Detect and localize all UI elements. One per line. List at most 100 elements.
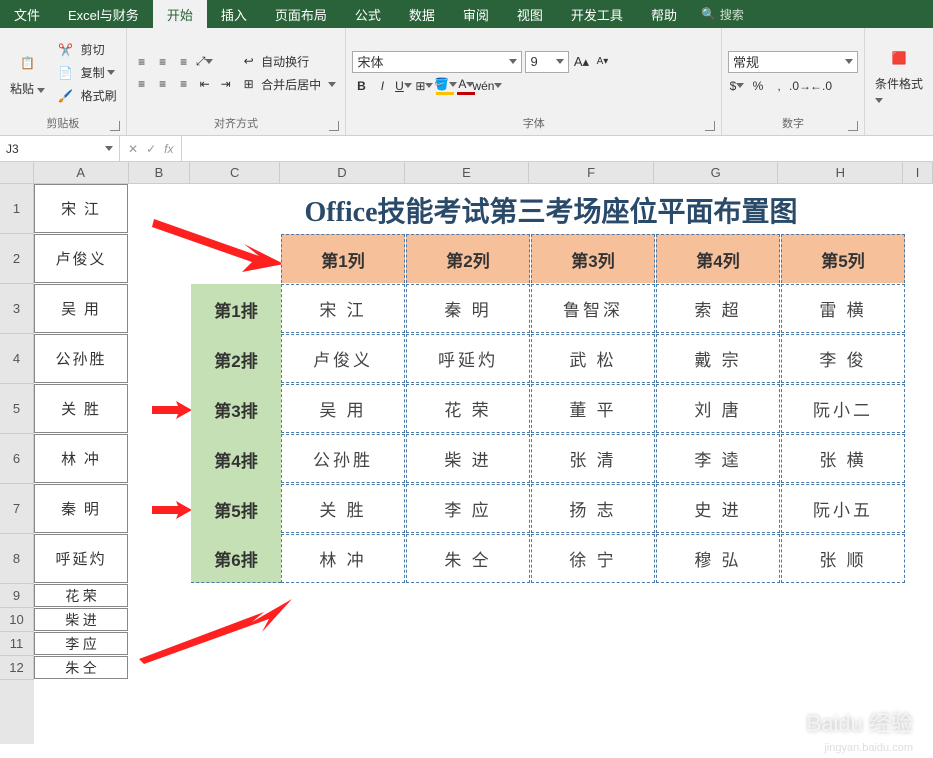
percent-icon[interactable]: %: [749, 77, 767, 95]
tab-home[interactable]: 开始: [153, 0, 207, 28]
seat-cell[interactable]: 李 逵: [656, 434, 780, 483]
tab-insert[interactable]: 插入: [207, 0, 261, 28]
currency-icon[interactable]: $: [728, 77, 746, 95]
seat-cell[interactable]: 徐 宁: [531, 534, 655, 583]
clipboard-launcher-icon[interactable]: [110, 121, 120, 131]
seat-cell[interactable]: 柴 进: [406, 434, 530, 483]
font-launcher-icon[interactable]: [705, 121, 715, 131]
row-header-10[interactable]: 10: [0, 608, 34, 632]
cells-area[interactable]: Office技能考试第三考场座位平面布置图 宋 江卢俊义吴 用公孙胜关 胜林 冲…: [34, 184, 904, 744]
format-painter-button[interactable]: 🖌️ 格式刷: [55, 86, 119, 105]
seat-cell[interactable]: 穆 弘: [656, 534, 780, 583]
font-increase-icon[interactable]: A▴: [572, 53, 590, 71]
seat-cell[interactable]: 张 横: [781, 434, 905, 483]
tab-view[interactable]: 视图: [503, 0, 557, 28]
bold-icon[interactable]: B: [352, 77, 370, 95]
seat-cell[interactable]: 吴 用: [281, 384, 405, 433]
border-icon[interactable]: ⊞: [415, 77, 433, 95]
copy-button[interactable]: 📄 复制: [55, 63, 119, 82]
seat-cell[interactable]: 宋 江: [281, 284, 405, 333]
seat-cell[interactable]: 索 超: [656, 284, 780, 333]
row-header-11[interactable]: 11: [0, 632, 34, 656]
seat-cell[interactable]: 花 荣: [406, 384, 530, 433]
seat-cell[interactable]: 朱 仝: [406, 534, 530, 583]
tab-review[interactable]: 审阅: [449, 0, 503, 28]
col-header-A[interactable]: A: [34, 162, 129, 183]
col-header-C[interactable]: C: [190, 162, 280, 183]
seat-cell[interactable]: 阮小二: [781, 384, 905, 433]
font-size-combo[interactable]: 9: [525, 51, 569, 73]
conditional-format-button[interactable]: 🟥 条件格式: [871, 41, 927, 108]
phonetic-icon[interactable]: wén: [478, 77, 496, 95]
tab-data[interactable]: 数据: [395, 0, 449, 28]
col-header-G[interactable]: G: [654, 162, 779, 183]
cell-A12[interactable]: 朱 仝: [34, 656, 128, 679]
tab-excel-finance[interactable]: Excel与财务: [54, 0, 153, 28]
name-box[interactable]: J3: [0, 136, 120, 161]
row-header-3[interactable]: 3: [0, 284, 34, 334]
formula-input[interactable]: [182, 136, 933, 161]
col-header-F[interactable]: F: [529, 162, 654, 183]
seat-cell[interactable]: 鲁智深: [531, 284, 655, 333]
tab-file[interactable]: 文件: [0, 0, 54, 28]
tab-pagelayout[interactable]: 页面布局: [261, 0, 341, 28]
row-header-8[interactable]: 8: [0, 534, 34, 584]
seat-cell[interactable]: 董 平: [531, 384, 655, 433]
merge-center-button[interactable]: ⊞ 合并后居中: [241, 75, 340, 94]
cancel-icon[interactable]: ✕: [128, 142, 138, 156]
seat-cell[interactable]: 李 俊: [781, 334, 905, 383]
name-box-dropdown-icon[interactable]: [105, 146, 113, 151]
col-header-I[interactable]: I: [903, 162, 933, 183]
indent-dec-icon[interactable]: ⇤: [196, 75, 214, 93]
font-name-combo[interactable]: 宋体: [352, 51, 522, 73]
orientation-icon[interactable]: ⤢: [196, 53, 214, 71]
search-box[interactable]: 🔍 搜索: [701, 0, 744, 28]
row-header-2[interactable]: 2: [0, 234, 34, 284]
seat-cell[interactable]: 张 顺: [781, 534, 905, 583]
cell-A2[interactable]: 卢俊义: [34, 234, 128, 283]
cell-A6[interactable]: 林 冲: [34, 434, 128, 483]
decimal-inc-icon[interactable]: .0→: [791, 77, 809, 95]
row-header-9[interactable]: 9: [0, 584, 34, 608]
cell-A3[interactable]: 吴 用: [34, 284, 128, 333]
underline-icon[interactable]: U: [394, 77, 412, 95]
col-header-D[interactable]: D: [280, 162, 405, 183]
seat-cell[interactable]: 呼延灼: [406, 334, 530, 383]
cell-A8[interactable]: 呼延灼: [34, 534, 128, 583]
seat-cell[interactable]: 秦 明: [406, 284, 530, 333]
seat-cell[interactable]: 史 进: [656, 484, 780, 533]
font-decrease-icon[interactable]: A▾: [593, 53, 611, 71]
row-header-7[interactable]: 7: [0, 484, 34, 534]
align-right-icon[interactable]: ≡: [175, 75, 193, 93]
align-left-icon[interactable]: ≡: [133, 75, 151, 93]
cell-A5[interactable]: 关 胜: [34, 384, 128, 433]
seat-cell[interactable]: 武 松: [531, 334, 655, 383]
tab-formulas[interactable]: 公式: [341, 0, 395, 28]
indent-inc-icon[interactable]: ⇥: [217, 75, 235, 93]
seat-cell[interactable]: 刘 唐: [656, 384, 780, 433]
align-bottom-icon[interactable]: ≡: [175, 53, 193, 71]
comma-icon[interactable]: ,: [770, 77, 788, 95]
cut-button[interactable]: ✂️ 剪切: [55, 40, 119, 59]
align-top-icon[interactable]: ≡: [133, 53, 151, 71]
italic-icon[interactable]: I: [373, 77, 391, 95]
decimal-dec-icon[interactable]: ←.0: [812, 77, 830, 95]
alignment-launcher-icon[interactable]: [329, 121, 339, 131]
cell-A11[interactable]: 李 应: [34, 632, 128, 655]
seat-cell[interactable]: 雷 横: [781, 284, 905, 333]
seat-cell[interactable]: 戴 宗: [656, 334, 780, 383]
paste-button[interactable]: 📋 粘贴: [6, 46, 49, 99]
cell-A4[interactable]: 公孙胜: [34, 334, 128, 383]
number-format-combo[interactable]: 常规: [728, 51, 858, 73]
seat-cell[interactable]: 关 胜: [281, 484, 405, 533]
cell-A1[interactable]: 宋 江: [34, 184, 128, 233]
cell-A7[interactable]: 秦 明: [34, 484, 128, 533]
col-header-H[interactable]: H: [778, 162, 903, 183]
select-all-triangle[interactable]: [0, 162, 34, 183]
fx-icon[interactable]: fx: [164, 142, 173, 156]
seat-cell[interactable]: 公孙胜: [281, 434, 405, 483]
seat-cell[interactable]: 阮小五: [781, 484, 905, 533]
row-header-6[interactable]: 6: [0, 434, 34, 484]
number-launcher-icon[interactable]: [848, 121, 858, 131]
seat-cell[interactable]: 张 清: [531, 434, 655, 483]
